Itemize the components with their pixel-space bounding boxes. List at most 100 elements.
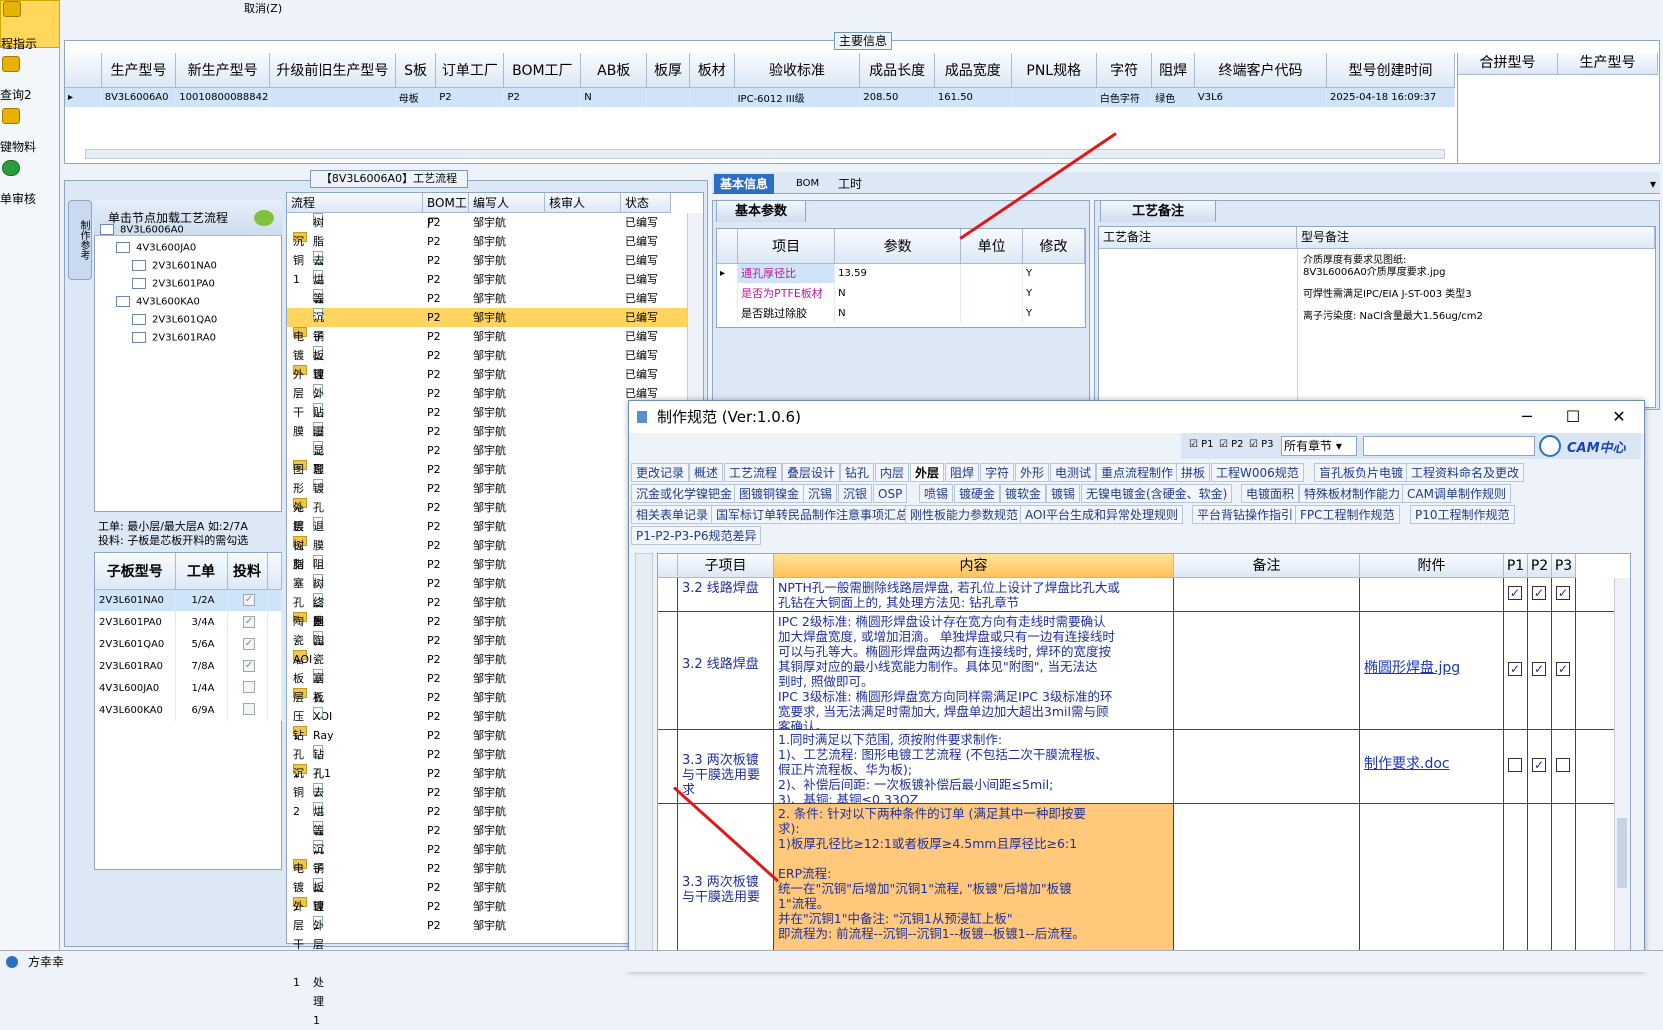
table-row[interactable]: 4V3L600KA0 6/9A xyxy=(95,699,282,721)
feed-cell[interactable] xyxy=(227,677,268,699)
param-value[interactable]: N xyxy=(834,303,962,323)
flow-row[interactable]: 烘板2P2邹宇航 xyxy=(287,802,687,856)
tab-bom[interactable]: BOM xyxy=(790,174,825,194)
tree-node[interactable]: 2V3L601PA0 xyxy=(132,278,215,290)
feed-checkbox[interactable]: ✓ xyxy=(243,638,255,650)
flow-row[interactable]: 等离子处理2P2邹宇航 xyxy=(287,821,687,932)
spec-tab[interactable]: 字符 xyxy=(980,463,1015,482)
spec-row[interactable]: 3.2 线路焊盘 IPC 2级标准: 椭圆形焊盘设计存在宽方向有走线时需要确认 加… xyxy=(658,612,1630,730)
flow-row[interactable]: 阻焊前处理P2邹宇航 xyxy=(287,555,687,647)
table-row[interactable]: ▸ 8V3L6006A0 10010800088842 母板 P2 P2 N IPC-6012… xyxy=(65,87,1455,107)
tree-node[interactable]: 2V3L601NA0 xyxy=(132,260,217,272)
flow-row[interactable]: 等离子处理1P2邹宇航已编写 xyxy=(287,289,687,400)
spec-tab[interactable]: 相关表单记录 xyxy=(631,505,714,524)
flow-row[interactable]: 钻孔1P2邹宇航 xyxy=(287,745,687,799)
spec-tab[interactable]: 重点流程制作 xyxy=(1096,463,1179,482)
table-row[interactable]: 是否跳过除胶 N Y xyxy=(717,303,1085,323)
p2-checkbox[interactable]: ✓ xyxy=(1532,586,1546,600)
flow-row[interactable]: 电镀 P2 邹宇航 已编写 xyxy=(287,327,687,362)
spec-tab[interactable]: 镀锡 xyxy=(1046,484,1081,503)
spec-tab[interactable]: 内层 xyxy=(875,463,910,482)
flow-row[interactable]: 陶瓷磨板P2邹宇航 xyxy=(287,612,687,685)
spec-row[interactable]: 3.3 两次板镀 与干膜选用要 2. 条件: 针对以下两种条件的订单 (满足其中一… xyxy=(658,804,1630,970)
spec-tab[interactable]: 电测试 xyxy=(1050,463,1097,482)
spec-tab[interactable]: 阻焊 xyxy=(945,463,980,482)
attachment-link[interactable]: 椭圆形焊盘.jpg xyxy=(1364,660,1460,676)
chapter-select[interactable]: 所有章节 ▾ xyxy=(1281,436,1357,456)
flow-row[interactable]: 图形电镀P2邹宇航 xyxy=(287,460,687,533)
p3-checkbox[interactable] xyxy=(1556,758,1570,772)
tree-node[interactable]: 8V3L6006A0 xyxy=(100,224,184,236)
flow-row[interactable]: 终固化P2邹宇航 xyxy=(287,593,687,647)
spec-tab[interactable]: 特殊板材制作能力 xyxy=(1299,484,1406,503)
spec-tab[interactable]: 叠层设计 xyxy=(782,463,841,482)
spec-row[interactable]: 3.2 线路焊盘 NPTH孔一般需删除线路层焊盘, 若孔位上设计了焊盘比孔大或 孔… xyxy=(658,578,1630,612)
flow-row[interactable]: 树脂塞孔P2邹宇航 xyxy=(287,574,687,647)
reference-vertical-tab[interactable]: 制作参考 xyxy=(68,200,92,280)
flow-row[interactable]: 电镀1P2邹宇航 xyxy=(287,859,687,913)
tab-basic-info[interactable]: 基本信息 xyxy=(714,174,775,194)
p3-checkbox[interactable]: ✓ xyxy=(1556,586,1570,600)
sidebar-item-material[interactable]: 键物料 xyxy=(0,108,60,154)
spec-tab[interactable]: 外形 xyxy=(1015,463,1050,482)
spec-tab[interactable]: 平台背钻操作指引 xyxy=(1192,505,1299,524)
search-icon[interactable] xyxy=(1539,435,1561,457)
spec-tab[interactable]: 沉银 xyxy=(838,484,873,503)
flow-row[interactable]: 钻孔1P2邹宇航 xyxy=(287,726,687,780)
flow-row[interactable]: 层压1P2邹宇航 xyxy=(287,688,687,742)
feed-cell[interactable]: ✓ xyxy=(227,611,268,633)
flow-row[interactable]: 去毛刺1P2邹宇航已编写 xyxy=(287,251,687,324)
feed-cell[interactable] xyxy=(227,699,268,721)
p3-checkbox[interactable]: ✓ xyxy=(1556,662,1570,676)
flow-row[interactable]: 去毛刺2P2邹宇航 xyxy=(287,783,687,856)
maximize-button[interactable]: ☐ xyxy=(1550,401,1596,433)
filter-p1[interactable]: ☑ P1 xyxy=(1189,439,1214,450)
spec-tab[interactable]: 外层 xyxy=(910,463,945,482)
sidebar-item-guide[interactable]: 程指示 xyxy=(0,0,60,51)
table-row[interactable]: 4V3L600JA0 1/4A xyxy=(95,677,282,699)
spec-tab[interactable]: P1-P2-P3-P6规范差异 xyxy=(631,526,762,545)
flow-row[interactable]: 外层干膜1 P2 邹宇航 xyxy=(287,897,687,989)
spec-tab[interactable]: 喷锡 xyxy=(919,484,954,503)
feed-checkbox[interactable] xyxy=(243,680,255,693)
tree-node[interactable]: 2V3L601QA0 xyxy=(132,314,217,326)
flow-row[interactable]: 外层前处理1 P2 邹宇航 xyxy=(287,916,687,1027)
basic-params-tab[interactable]: 基本参数 xyxy=(716,200,806,222)
spec-tab[interactable]: 镀硬金 xyxy=(954,484,1001,503)
param-value[interactable]: 13.59 xyxy=(834,263,962,283)
spec-tab[interactable]: 拼板 xyxy=(1176,463,1211,482)
flow-row[interactable]: 沉铜2P2邹宇航 xyxy=(287,764,687,818)
vertical-scrollbar[interactable] xyxy=(635,553,653,971)
chevron-down-icon[interactable]: ▾ xyxy=(1644,174,1662,194)
feed-cell[interactable]: ✓ xyxy=(227,633,268,655)
spec-tab[interactable]: 沉金或化学镍钯金 xyxy=(631,484,738,503)
flow-row[interactable]: 外层蚀刻P2邹宇航 xyxy=(287,498,687,571)
spec-tab[interactable]: OSP xyxy=(873,484,908,503)
tree-node[interactable]: 4V3L600JA0 xyxy=(116,242,196,254)
flow-row[interactable]: 板镀1P2邹宇航 xyxy=(287,878,687,932)
flow-row[interactable]: 退膜 P2 邹宇航 xyxy=(287,517,687,552)
table-row[interactable]: ▸ 通孔厚径比 13.59 Y xyxy=(717,263,1085,283)
filter-p3[interactable]: ☑ P3 xyxy=(1249,439,1274,450)
close-button[interactable]: ✕ xyxy=(1596,401,1642,433)
spec-tab[interactable]: FPC工程制作规范 xyxy=(1295,505,1400,524)
spec-tab[interactable]: 工艺流程 xyxy=(724,463,783,482)
flow-row[interactable]: 镀孔 P2 邹宇航 xyxy=(287,479,687,514)
spec-tab[interactable]: 镀软金 xyxy=(1000,484,1047,503)
table-row[interactable]: 2V3L601RA0 7/8A ✓ xyxy=(95,655,282,677)
flow-row[interactable]: 贴膜P2邹宇航 xyxy=(287,403,687,438)
table-row[interactable]: 2V3L601PA0 3/4A ✓ xyxy=(95,611,282,633)
filter-p2[interactable]: ☑ P2 xyxy=(1219,439,1244,450)
flow-row[interactable]: 显影 P2 邹宇航 xyxy=(287,441,687,476)
flow-row[interactable]: 曝光P2邹宇航 xyxy=(287,422,687,457)
search-input[interactable] xyxy=(1363,436,1535,456)
feed-cell[interactable]: ✓ xyxy=(227,589,268,611)
spec-tab[interactable]: 刚性板能力参数规范 xyxy=(905,505,1024,524)
param-value[interactable]: N xyxy=(834,283,962,303)
p2-checkbox[interactable]: ✓ xyxy=(1532,758,1546,772)
minimize-button[interactable]: ─ xyxy=(1504,401,1550,433)
flow-row[interactable]: 烘板1P2邹宇航已编写 xyxy=(287,270,687,324)
flow-row[interactable]: 树脂塞孔P2邹宇航 xyxy=(287,536,687,609)
flow-row[interactable]: 外层前处理P2邹宇航已编写 xyxy=(287,384,687,476)
table-row[interactable]: 2V3L601NA0 1/2A ✓ xyxy=(95,589,282,611)
